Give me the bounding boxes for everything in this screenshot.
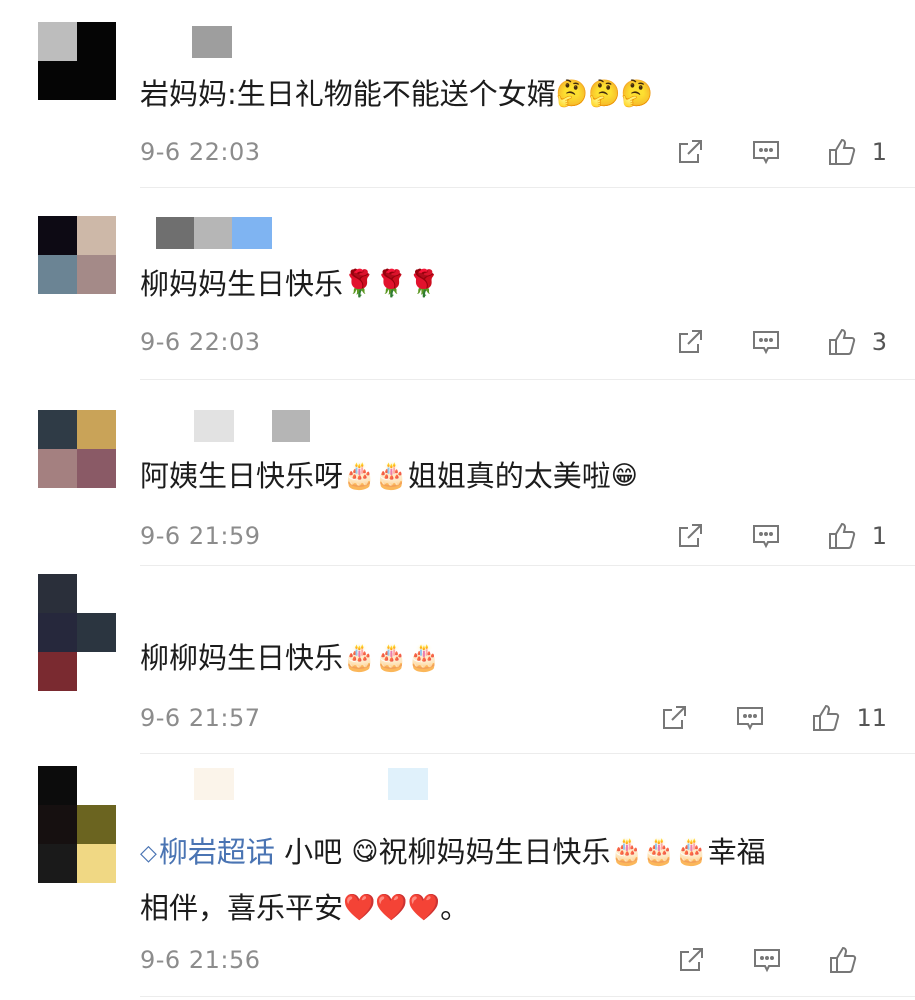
username-redacted[interactable] bbox=[140, 26, 240, 58]
comment-timestamp: 9-6 21:59 bbox=[140, 522, 261, 550]
thumbs-up-icon bbox=[828, 138, 855, 165]
thumbs-up-icon bbox=[813, 704, 840, 731]
rose-emoji-icon: 🌹🌹🌹 bbox=[343, 269, 441, 299]
like-button[interactable]: 1 bbox=[826, 136, 887, 168]
comment-text-line2: 相伴，喜乐平安❤️❤️❤️。 bbox=[140, 891, 470, 925]
like-button[interactable]: 1 bbox=[826, 520, 887, 552]
username-redacted[interactable] bbox=[140, 410, 320, 442]
comment-icon bbox=[752, 525, 779, 549]
thumbs-up-icon bbox=[828, 522, 855, 549]
like-count: 1 bbox=[871, 138, 887, 166]
comment-icon bbox=[737, 707, 764, 731]
diamond-icon: ◇ bbox=[140, 841, 157, 866]
avatar[interactable] bbox=[38, 574, 116, 691]
heart-emoji-icon: ❤️❤️❤️ bbox=[343, 893, 441, 923]
reply-button[interactable] bbox=[750, 520, 782, 552]
share-button[interactable] bbox=[674, 326, 706, 358]
comment-timestamp: 9-6 21:57 bbox=[140, 704, 261, 732]
cake-emoji-icon: 🎂🎂🎂 bbox=[610, 837, 708, 867]
comment-timestamp: 9-6 22:03 bbox=[140, 328, 261, 356]
like-button[interactable]: 11 bbox=[810, 702, 887, 734]
divider bbox=[140, 996, 915, 997]
comment-icon bbox=[752, 331, 779, 355]
share-icon bbox=[678, 140, 702, 163]
yum-emoji-icon: 😋 bbox=[351, 837, 379, 867]
share-button[interactable] bbox=[674, 520, 706, 552]
comment-actions: 11 bbox=[614, 700, 887, 736]
like-count: 1 bbox=[871, 522, 887, 550]
comment-icon bbox=[752, 141, 779, 165]
comment-actions: 1 bbox=[630, 518, 887, 554]
comment-icon bbox=[754, 949, 780, 973]
thinking-emoji-icon: 🤔🤔🤔 bbox=[555, 79, 653, 109]
avatar[interactable] bbox=[38, 766, 116, 883]
share-button[interactable] bbox=[658, 702, 690, 734]
reply-button[interactable] bbox=[750, 326, 782, 358]
avatar[interactable] bbox=[38, 22, 116, 100]
share-button[interactable] bbox=[675, 944, 707, 976]
like-count: 11 bbox=[856, 704, 887, 732]
grin-emoji-icon: 😁 bbox=[610, 461, 638, 491]
comment-item: 柳柳妈生日快乐🎂🎂🎂 9-6 21:57 11 bbox=[0, 566, 915, 754]
username-redacted[interactable] bbox=[140, 217, 280, 249]
cake-emoji-icon: 🎂🎂🎂 bbox=[343, 643, 441, 673]
avatar[interactable] bbox=[38, 410, 116, 488]
thumbs-up-icon bbox=[828, 328, 855, 355]
comment-actions: 3 bbox=[630, 324, 887, 360]
share-icon bbox=[663, 706, 687, 729]
thumbs-up-icon bbox=[830, 946, 857, 973]
like-button[interactable] bbox=[827, 944, 887, 976]
username-redacted[interactable] bbox=[140, 768, 440, 800]
share-button[interactable] bbox=[674, 136, 706, 168]
cake-emoji-icon: 🎂🎂 bbox=[343, 461, 408, 491]
comment-item: ◇柳岩超话 小吧 😋祝柳妈妈生日快乐🎂🎂🎂幸福 相伴，喜乐平安❤️❤️❤️。 9… bbox=[0, 754, 915, 1000]
comment-text: 柳柳妈生日快乐🎂🎂🎂 bbox=[140, 641, 441, 675]
comment-timestamp: 9-6 21:56 bbox=[140, 946, 261, 974]
reply-button[interactable] bbox=[750, 136, 782, 168]
comment-text: ◇柳岩超话 小吧 😋祝柳妈妈生日快乐🎂🎂🎂幸福 bbox=[140, 824, 766, 882]
comment-text: 柳妈妈生日快乐🌹🌹🌹 bbox=[140, 267, 441, 301]
reply-button[interactable] bbox=[751, 944, 783, 976]
share-icon bbox=[678, 524, 702, 547]
like-count: 3 bbox=[871, 328, 887, 356]
share-icon bbox=[678, 330, 702, 353]
topic-link[interactable]: ◇柳岩超话 bbox=[140, 835, 275, 869]
reply-button[interactable] bbox=[734, 702, 766, 734]
comment-timestamp: 9-6 22:03 bbox=[140, 138, 261, 166]
share-icon bbox=[680, 948, 703, 971]
avatar[interactable] bbox=[38, 216, 116, 294]
comment-text: 岩妈妈:生日礼物能不能送个女婿🤔🤔🤔 bbox=[140, 77, 653, 111]
comment-actions bbox=[631, 942, 887, 978]
like-button[interactable]: 3 bbox=[826, 326, 887, 358]
comment-item: 柳妈妈生日快乐🌹🌹🌹 9-6 22:03 3 bbox=[0, 188, 915, 380]
comment-item: 岩妈妈:生日礼物能不能送个女婿🤔🤔🤔 9-6 22:03 1 bbox=[0, 0, 915, 188]
comment-item: 阿姨生日快乐呀🎂🎂姐姐真的太美啦😁 9-6 21:59 1 bbox=[0, 380, 915, 566]
comment-text: 阿姨生日快乐呀🎂🎂姐姐真的太美啦😁 bbox=[140, 459, 638, 493]
comment-actions: 1 bbox=[630, 134, 887, 170]
